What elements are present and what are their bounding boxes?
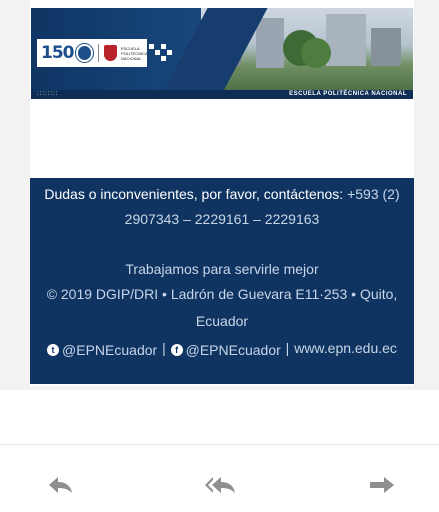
contact-label: Dudas o inconvenientes, por favor, contá… bbox=[44, 186, 344, 202]
logo-institution-text: ESCUELA POLITÉCNICA NACIONAL bbox=[121, 45, 148, 61]
building-shape bbox=[326, 14, 366, 66]
twitter-link[interactable]: t @EPNEcuador bbox=[47, 340, 157, 360]
reply-icon bbox=[49, 477, 72, 493]
forward-button[interactable] bbox=[362, 470, 402, 500]
banner-dots: :::::::: bbox=[37, 91, 59, 97]
logo-divider bbox=[98, 44, 100, 62]
twitter-icon: t bbox=[47, 344, 60, 356]
contact-line: Dudas o inconvenientes, por favor, contá… bbox=[30, 184, 414, 204]
twitter-handle[interactable]: @EPNEcuador bbox=[62, 340, 157, 360]
separator: | bbox=[162, 340, 166, 356]
address-line-1: © 2019 DGIP/DRI • Ladrón de Guevara E11·… bbox=[46, 286, 398, 302]
forward-icon bbox=[370, 477, 394, 493]
banner-bottom-strip: :::::::: ESCUELA POLITÉCNICA NACIONAL bbox=[31, 90, 413, 99]
reply-all-button[interactable] bbox=[201, 470, 241, 500]
tree-shape bbox=[301, 38, 331, 68]
separator: | bbox=[285, 340, 290, 356]
phone-numbers[interactable]: 2907343 – 2229161 – 2229163 bbox=[30, 209, 414, 229]
reply-button[interactable] bbox=[41, 470, 81, 500]
epn-banner-image: 150 ESCUELA POLITÉCNICA NACIONAL :::::::… bbox=[31, 8, 413, 99]
epn-logo: 150 ESCUELA POLITÉCNICA NACIONAL bbox=[37, 39, 147, 67]
phone-prefix[interactable]: +593 (2) bbox=[347, 186, 400, 202]
reply-all-icon bbox=[205, 477, 235, 493]
building-shape bbox=[371, 28, 401, 66]
banner-caption: ESCUELA POLITÉCNICA NACIONAL bbox=[289, 91, 407, 97]
facebook-icon: f bbox=[170, 344, 183, 356]
building-shape bbox=[256, 18, 284, 68]
website-link[interactable]: www.epn.edu.ec bbox=[294, 340, 397, 356]
shield-icon bbox=[104, 45, 117, 61]
logo-anniversary-number: 150 bbox=[41, 43, 74, 63]
email-card: 150 ESCUELA POLITÉCNICA NACIONAL :::::::… bbox=[30, 0, 414, 386]
email-body-area: 150 ESCUELA POLITÉCNICA NACIONAL :::::::… bbox=[0, 0, 439, 390]
social-line: t @EPNEcuador | f @EPNEcuador | www.epn.… bbox=[30, 338, 414, 360]
action-bar-divider bbox=[0, 444, 439, 445]
tagline: Trabajamos para servirle mejor bbox=[125, 261, 319, 277]
email-footer: Dudas o inconvenientes, por favor, contá… bbox=[30, 178, 414, 384]
seal-icon bbox=[75, 44, 94, 62]
address-line-2: Ecuador bbox=[195, 313, 249, 329]
facebook-handle[interactable]: @EPNEcuador bbox=[186, 340, 281, 360]
facebook-link[interactable]: f @EPNEcuador bbox=[170, 340, 281, 360]
